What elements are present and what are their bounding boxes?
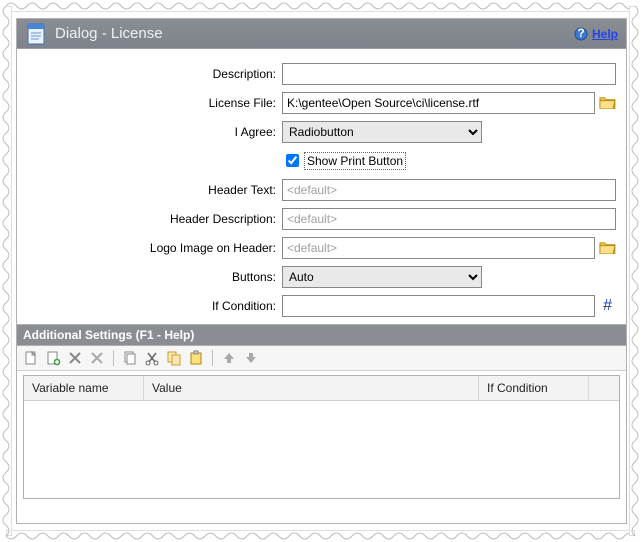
i-agree-label: I Agree:	[27, 125, 282, 139]
row-show-print: Show Print Button	[27, 146, 616, 175]
decorative-border-left	[0, 6, 12, 536]
buttons-select[interactable]: Auto	[282, 266, 482, 288]
row-i-agree: I Agree: Radiobutton	[27, 117, 616, 146]
header-desc-input[interactable]	[282, 208, 616, 230]
show-print-label[interactable]: Show Print Button	[304, 152, 406, 170]
duplicate-icon[interactable]	[166, 350, 182, 366]
if-condition-label: If Condition:	[27, 299, 282, 313]
grid-body[interactable]	[24, 401, 619, 498]
help-wrap: ? Help	[574, 27, 618, 41]
row-description: Description:	[27, 59, 616, 88]
row-logo: Logo Image on Header:	[27, 233, 616, 262]
delete-icon[interactable]	[67, 350, 83, 366]
show-print-checkbox[interactable]	[286, 154, 299, 167]
browse-logo-button[interactable]	[599, 240, 616, 256]
help-link[interactable]: Help	[592, 27, 618, 41]
header-text-label: Header Text:	[27, 183, 282, 197]
document-icon	[25, 23, 47, 45]
copy-icon[interactable]	[122, 350, 138, 366]
license-file-label: License File:	[27, 96, 282, 110]
if-condition-input[interactable]	[282, 295, 595, 317]
titlebar: Dialog - License ? Help	[17, 19, 626, 49]
panel: Dialog - License ? Help Description: Lic…	[16, 18, 627, 524]
browse-license-file-button[interactable]	[599, 95, 616, 111]
grid-header: Variable name Value If Condition	[24, 376, 619, 401]
row-if-condition: If Condition: #	[27, 291, 616, 320]
logo-input[interactable]	[282, 237, 595, 259]
i-agree-select[interactable]: Radiobutton	[282, 121, 482, 143]
paste-icon[interactable]	[188, 350, 204, 366]
description-label: Description:	[27, 67, 282, 81]
row-license-file: License File:	[27, 88, 616, 117]
additional-settings-header: Additional Settings (F1 - Help)	[17, 324, 626, 346]
decorative-border-right	[629, 6, 641, 536]
header-desc-label: Header Description:	[27, 212, 282, 226]
page-title: Dialog - License	[55, 25, 574, 42]
hash-icon[interactable]: #	[599, 297, 616, 315]
col-if-condition[interactable]: If Condition	[479, 376, 589, 400]
row-header-text: Header Text:	[27, 175, 616, 204]
header-text-input[interactable]	[282, 179, 616, 201]
cut-icon[interactable]	[144, 350, 160, 366]
new-page-plus-icon[interactable]	[45, 350, 61, 366]
col-value[interactable]: Value	[144, 376, 479, 400]
move-down-icon[interactable]	[243, 350, 259, 366]
frame: Dialog - License ? Help Description: Lic…	[0, 0, 641, 542]
col-variable-name[interactable]: Variable name	[24, 376, 144, 400]
toolbar-separator	[113, 350, 114, 366]
delete-all-icon[interactable]	[89, 350, 105, 366]
settings-grid[interactable]: Variable name Value If Condition	[23, 375, 620, 499]
toolbar-separator	[212, 350, 213, 366]
toolbar	[17, 346, 626, 371]
svg-text:?: ?	[577, 27, 584, 40]
row-header-desc: Header Description:	[27, 204, 616, 233]
form: Description: License File: I Agree: Radi…	[17, 49, 626, 324]
move-up-icon[interactable]	[221, 350, 237, 366]
logo-label: Logo Image on Header:	[27, 241, 282, 255]
buttons-label: Buttons:	[27, 270, 282, 284]
help-icon: ?	[574, 27, 588, 41]
decorative-border-top	[6, 0, 635, 12]
row-buttons: Buttons: Auto	[27, 262, 616, 291]
decorative-border-bottom	[6, 530, 635, 542]
new-page-icon[interactable]	[23, 350, 39, 366]
col-spacer	[589, 376, 619, 400]
description-input[interactable]	[282, 63, 616, 85]
license-file-input[interactable]	[282, 92, 595, 114]
